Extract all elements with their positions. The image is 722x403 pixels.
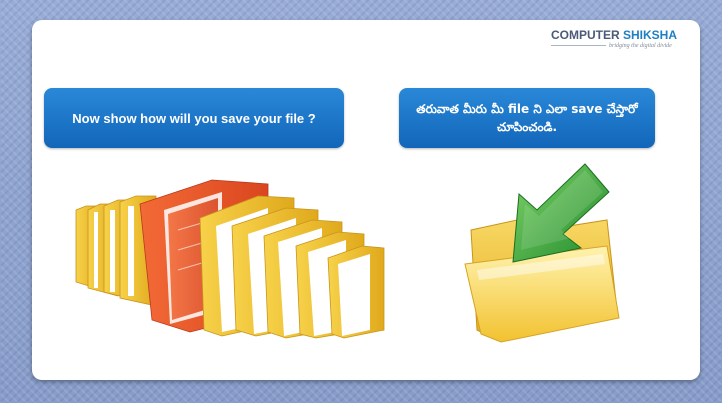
brand-name-part2: SHIKSHA (623, 28, 678, 42)
english-instruction-text: Now show how will you save your file ? (72, 110, 316, 126)
folders-icon (75, 179, 385, 339)
front-folder-5 (327, 245, 385, 339)
english-instruction-bubble: Now show how will you save your file ? (44, 88, 344, 148)
brand-tagline: bridging the digital divide (609, 43, 672, 49)
save-folder-icon (464, 163, 620, 343)
telugu-instruction-text: తరువాత మీరు మీ file ని ఎలా save చేస్తారో… (416, 102, 638, 134)
telugu-instruction-bubble: తరువాత మీరు మీ file ని ఎలా save చేస్తారో… (399, 88, 655, 148)
brand-name-part1: COMPUTER (551, 28, 623, 42)
slide-card: COMPUTER SHIKSHA bridging the digital di… (32, 20, 700, 380)
brand-underline (551, 45, 606, 46)
brand-name: COMPUTER SHIKSHA (551, 28, 677, 42)
brand-logo: COMPUTER SHIKSHA bridging the digital di… (547, 28, 682, 56)
